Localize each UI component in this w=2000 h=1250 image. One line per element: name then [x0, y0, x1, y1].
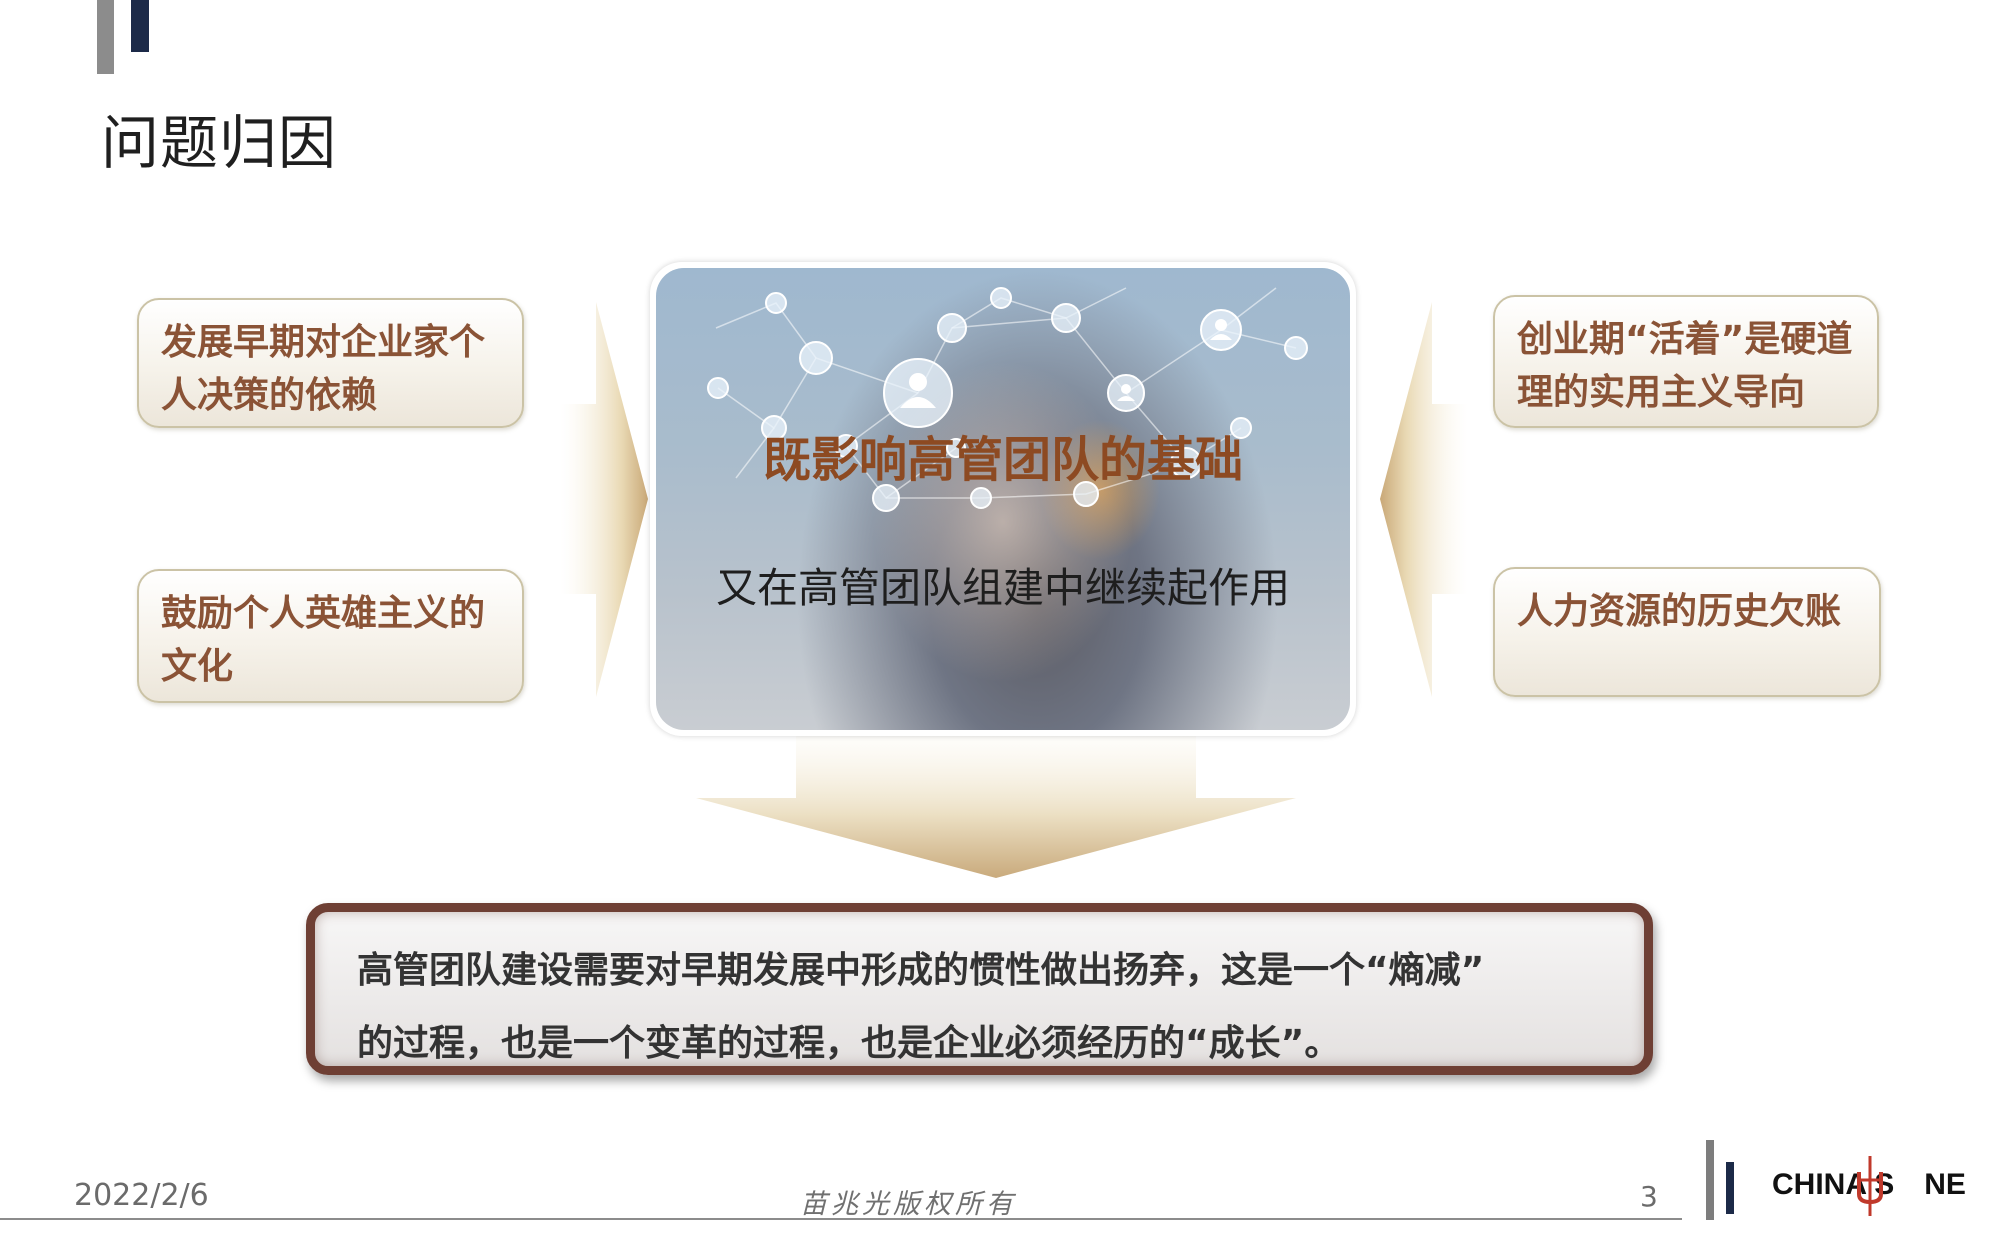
- bottom-summary-box: 高管团队建设需要对早期发展中形成的惯性做出扬弃，这是一个“熵减” 的过程，也是一…: [306, 903, 1653, 1075]
- logo-text-right: NE: [1924, 1168, 1966, 1201]
- logo-stone-mark-icon: [1857, 1156, 1883, 1216]
- left-chevron-arrow-icon: [560, 302, 648, 697]
- page-title: 问题归因: [101, 109, 338, 177]
- bottom-summary-line-1: 高管团队建设需要对早期发展中形成的惯性做出扬弃，这是一个“熵减”: [357, 950, 1485, 991]
- right-box-1: 创业期“活着”是硬道理的实用主义导向: [1493, 295, 1879, 428]
- center-title: 既影响高管团队的基础: [762, 432, 1243, 488]
- left-box-1: 发展早期对企业家个人决策的依赖: [137, 298, 524, 428]
- logo-bar-gray: [1706, 1140, 1714, 1220]
- social-network-graphic-icon: [707, 287, 1308, 512]
- footer-date: 2022/2/6: [74, 1178, 209, 1213]
- header-accent-bar-navy: [131, 0, 149, 52]
- footer-copyright: 苗兆光版权所有: [800, 1189, 1017, 1220]
- center-subtitle: 又在高管团队组建中继续起作用: [716, 564, 1290, 612]
- network-touch-photo: [656, 268, 1350, 730]
- header-accent-bar-gray: [97, 0, 114, 74]
- right-box-2: 人力资源的历史欠账: [1493, 567, 1881, 697]
- right-chevron-arrow-icon: [1380, 302, 1468, 697]
- logo-bar-navy: [1726, 1162, 1734, 1214]
- down-arrow-icon: [696, 736, 1296, 878]
- page-number: 3: [1640, 1180, 1658, 1213]
- left-box-2: 鼓励个人英雄主义的文化: [137, 569, 524, 703]
- bottom-summary-line-2: 的过程，也是一个变革的过程，也是企业必须经历的“成长”。: [357, 1023, 1341, 1064]
